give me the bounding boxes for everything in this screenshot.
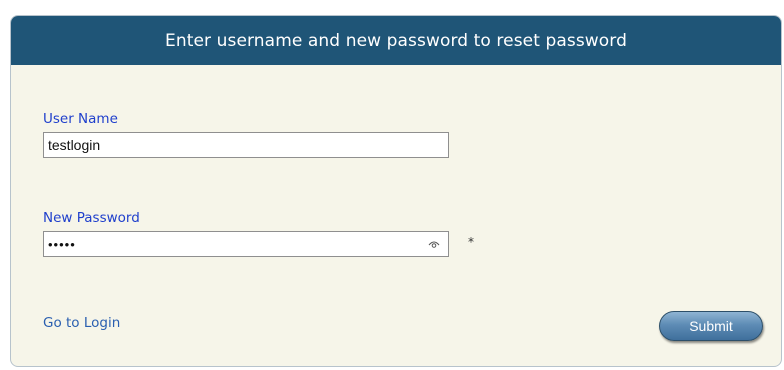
required-asterisk: * [468,235,474,249]
new-password-label: New Password [43,210,140,226]
panel-title: Enter username and new password to reset… [164,30,627,51]
username-input[interactable] [43,132,449,158]
panel-header: Enter username and new password to reset… [11,16,781,65]
go-to-login-link[interactable]: Go to Login [43,315,120,331]
eye-icon[interactable] [427,237,441,251]
reset-password-panel: Enter username and new password to reset… [10,15,782,367]
new-password-input[interactable] [43,231,449,257]
submit-button[interactable]: Submit [659,311,763,341]
username-label: User Name [43,111,118,127]
